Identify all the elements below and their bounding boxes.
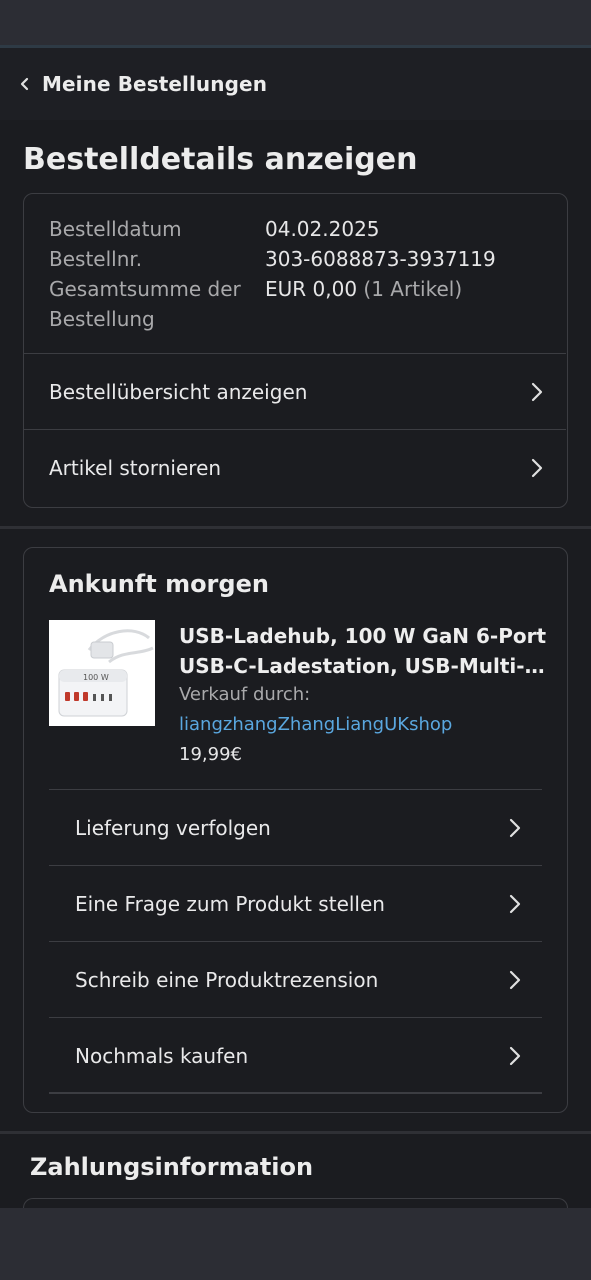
product-image-text: 100 W	[83, 673, 109, 682]
product-title-link[interactable]: USB-Ladehub, 100 W GaN 6-Port USB-C-Lade…	[179, 621, 549, 681]
back-button-label: Meine Bestellungen	[42, 72, 268, 96]
payment-info-title: Zahlungsinformation	[30, 1153, 314, 1181]
order-number-label: Bestellnr.	[49, 247, 143, 271]
write-review-button[interactable]: Schreib eine Produktrezension	[49, 941, 542, 1017]
delivery-card: Ankunft morgen 100 W USB-Ladehub, 100 W …	[23, 547, 568, 1113]
order-date-label: Bestelldatum	[49, 217, 182, 241]
payment-info-card	[23, 1198, 568, 1208]
product-price: 19,99€	[179, 744, 242, 765]
order-total-amount: EUR 0,00	[265, 277, 358, 301]
system-status-bar	[0, 0, 591, 46]
cancel-items-link[interactable]: Artikel stornieren	[24, 429, 566, 505]
chevron-right-icon	[509, 970, 521, 989]
view-order-summary-label: Bestellübersicht anzeigen	[49, 379, 308, 404]
buy-again-button[interactable]: Nochmals kaufen	[49, 1017, 542, 1093]
row-divider	[49, 1092, 542, 1094]
back-button[interactable]: Meine Bestellungen	[0, 48, 267, 120]
chevron-right-icon	[509, 894, 521, 913]
order-summary-card: Bestelldatum 04.02.2025 Bestellnr. 303-6…	[23, 193, 568, 508]
ask-product-question-label: Eine Frage zum Produkt stellen	[75, 891, 385, 916]
seller-link[interactable]: liangzhangZhangLiangUKshop	[179, 711, 452, 739]
view-order-summary-link[interactable]: Bestellübersicht anzeigen	[24, 353, 566, 429]
section-divider	[0, 526, 591, 529]
product-image[interactable]: 100 W	[49, 620, 155, 726]
system-navigation-bar	[0, 1208, 591, 1280]
seller-label: Verkauf durch:	[179, 684, 311, 705]
cancel-items-label: Artikel stornieren	[49, 455, 222, 480]
section-divider	[0, 1131, 591, 1134]
chevron-right-icon	[509, 1046, 521, 1065]
order-total-value: EUR 0,00 (1 Artikel)	[265, 274, 462, 304]
top-navigation-bar: Meine Bestellungen	[0, 48, 591, 120]
usb-charger-image: 100 W	[49, 620, 155, 726]
product-title-line1: USB-Ladehub, 100 W GaN 6-Port	[179, 624, 547, 648]
order-total-items: (1 Artikel)	[363, 277, 463, 301]
order-total-label-line2: Bestellung	[49, 307, 155, 331]
ask-product-question-button[interactable]: Eine Frage zum Produkt stellen	[49, 865, 542, 941]
main-content: Bestelldetails anzeigen Bestelldatum 04.…	[0, 120, 591, 1208]
delivery-status-title: Ankunft morgen	[49, 570, 269, 598]
write-review-label: Schreib eine Produktrezension	[75, 967, 379, 992]
chevron-right-icon	[509, 818, 521, 837]
chevron-left-icon	[20, 77, 29, 91]
buy-again-label: Nochmals kaufen	[75, 1043, 249, 1068]
product-title-line2: USB-C-Ladestation, USB-Multi-L...	[179, 654, 549, 678]
track-delivery-label: Lieferung verfolgen	[75, 815, 271, 840]
order-number-value: 303-6088873-3937119	[265, 247, 496, 271]
chevron-right-icon	[531, 382, 543, 401]
track-delivery-button[interactable]: Lieferung verfolgen	[49, 789, 542, 865]
order-total-label-line1: Gesamtsumme der	[49, 277, 241, 301]
order-info: Bestelldatum 04.02.2025 Bestellnr. 303-6…	[24, 194, 567, 354]
page-title: Bestelldetails anzeigen	[23, 142, 418, 177]
chevron-right-icon	[531, 458, 543, 477]
order-date-value: 04.02.2025	[265, 217, 380, 241]
